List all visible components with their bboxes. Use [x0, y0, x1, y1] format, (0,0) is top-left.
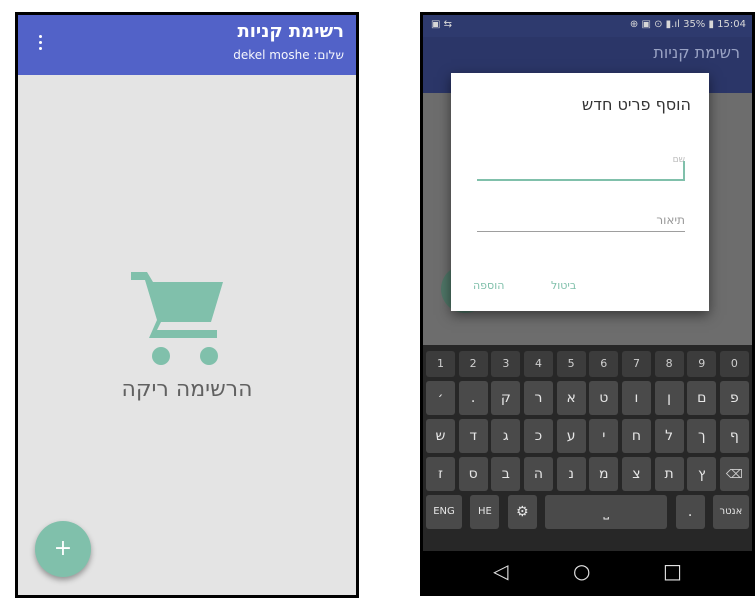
keyboard-row-3: ז ס ב ה נ מ צ ת ץ ⌫	[426, 457, 749, 491]
key-5[interactable]: 5	[556, 351, 586, 377]
back-icon[interactable]: ◁	[493, 559, 508, 583]
key[interactable]: צ	[621, 457, 651, 491]
backspace-icon[interactable]: ⌫	[719, 457, 749, 491]
hebrew-key[interactable]: HE	[470, 495, 500, 529]
keyboard-row-2: ש ד ג כ ע י ח ל ך ף	[426, 419, 749, 453]
key[interactable]: ט	[589, 381, 619, 415]
dimmed-app-title: רשימת קניות	[653, 43, 740, 62]
add-item-fab[interactable]: +	[35, 521, 91, 577]
description-field-placeholder: תיאור	[656, 213, 685, 227]
status-icons-left: ▣ ⇆	[431, 19, 453, 30]
key[interactable]: ם	[687, 381, 717, 415]
language-key[interactable]: ENG	[426, 495, 462, 529]
status-icons-right: ⊕ ▣ ⊙ ▮.ıl 35% ▮ 15:04	[629, 19, 746, 30]
right-phone-frame: ▣ ⇆ ⊕ ▣ ⊙ ▮.ıl 35% ▮ 15:04 רשימת קניות ה…	[420, 12, 755, 596]
key-6[interactable]: 6	[589, 351, 619, 377]
key-8[interactable]: 8	[654, 351, 684, 377]
key-7[interactable]: 7	[621, 351, 651, 377]
overflow-menu-icon[interactable]	[34, 35, 46, 55]
key[interactable]: ן	[654, 381, 684, 415]
keyboard-bottom-row: ENG HE ⚙ ⎵ . אנטר	[426, 495, 749, 529]
key[interactable]: ך	[687, 419, 717, 453]
key[interactable]: נ	[556, 457, 586, 491]
key[interactable]: ז	[426, 457, 455, 491]
key[interactable]: ח	[621, 419, 651, 453]
key[interactable]: ש	[426, 419, 455, 453]
key-9[interactable]: 9	[687, 351, 717, 377]
dialog-title: הוסף פריט חדש	[581, 95, 691, 114]
key[interactable]: ס	[458, 457, 488, 491]
key[interactable]: ל	[654, 419, 684, 453]
cancel-button[interactable]: ביטול	[551, 279, 576, 292]
key-2[interactable]: 2	[458, 351, 488, 377]
key[interactable]: .	[458, 381, 488, 415]
key[interactable]: ה	[523, 457, 553, 491]
key[interactable]: ד	[458, 419, 488, 453]
keyboard: 1 2 3 4 5 6 7 8 9 0 ׳ . ק ר א ט ו ן ם פ …	[423, 345, 752, 551]
status-bar: ▣ ⇆ ⊕ ▣ ⊙ ▮.ıl 35% ▮ 15:04	[423, 15, 752, 37]
key[interactable]: ג	[491, 419, 521, 453]
description-input[interactable]	[477, 231, 685, 232]
space-key[interactable]: ⎵	[545, 495, 668, 529]
enter-key[interactable]: אנטר	[712, 495, 749, 529]
keyboard-row-1: ׳ . ק ר א ט ו ן ם פ	[426, 381, 749, 415]
app-title: רשימת קניות	[237, 21, 344, 42]
key[interactable]: ף	[719, 419, 749, 453]
key-1[interactable]: 1	[426, 351, 455, 377]
empty-list-text: הרשימה ריקה	[121, 377, 253, 402]
navigation-bar: ◁ ○ □	[423, 551, 752, 593]
main-screen: רשימת קניות שלום: dekel moshe הרשימה ריק…	[18, 15, 356, 595]
key[interactable]: ץ	[687, 457, 717, 491]
add-button[interactable]: הוספה	[473, 279, 504, 292]
keyboard-number-row: 1 2 3 4 5 6 7 8 9 0	[426, 351, 749, 377]
home-icon[interactable]: ○	[573, 559, 590, 583]
key[interactable]: פ	[719, 381, 749, 415]
app-bar: רשימת קניות שלום: dekel moshe	[18, 15, 356, 75]
key-4[interactable]: 4	[523, 351, 553, 377]
name-input[interactable]	[477, 179, 685, 181]
shopping-cart-icon	[131, 272, 223, 365]
text-cursor	[683, 161, 685, 179]
period-key[interactable]: .	[675, 495, 705, 529]
recent-apps-icon[interactable]: □	[663, 559, 682, 583]
key[interactable]: כ	[523, 419, 553, 453]
add-item-dialog: הוסף פריט חדש שם תיאור ביטול הוספה	[451, 73, 709, 311]
key[interactable]: ת	[654, 457, 684, 491]
left-phone-frame: רשימת קניות שלום: dekel moshe הרשימה ריק…	[15, 12, 359, 598]
key[interactable]: ר	[523, 381, 553, 415]
key-0[interactable]: 0	[719, 351, 749, 377]
key[interactable]: י	[589, 419, 619, 453]
key[interactable]: ב	[491, 457, 521, 491]
settings-icon[interactable]: ⚙	[507, 495, 537, 529]
key[interactable]: מ	[589, 457, 619, 491]
key[interactable]: א	[556, 381, 586, 415]
key-3[interactable]: 3	[491, 351, 521, 377]
key[interactable]: ע	[556, 419, 586, 453]
key[interactable]: ק	[491, 381, 521, 415]
add-item-screen: ▣ ⇆ ⊕ ▣ ⊙ ▮.ıl 35% ▮ 15:04 רשימת קניות ה…	[423, 15, 752, 593]
key[interactable]: ׳	[426, 381, 455, 415]
greeting-text: שלום: dekel moshe	[233, 48, 344, 62]
key[interactable]: ו	[621, 381, 651, 415]
